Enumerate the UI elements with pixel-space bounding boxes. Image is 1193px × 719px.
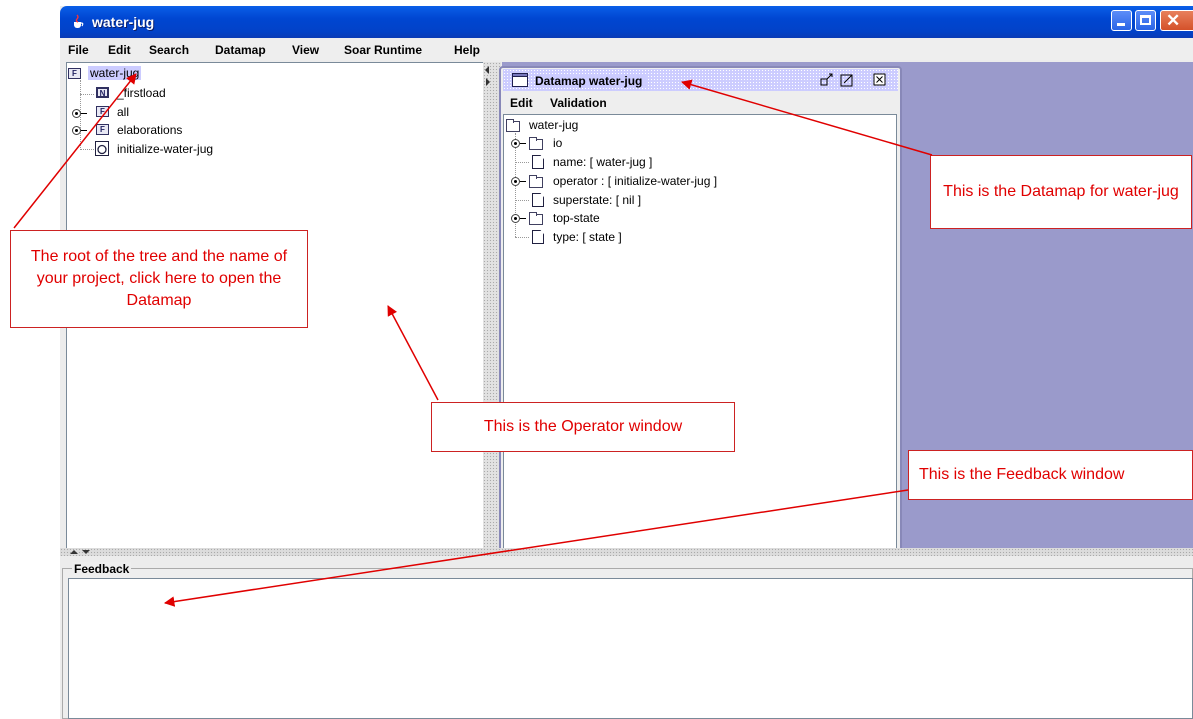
arrow-operator (387, 305, 439, 401)
annotation-arrows (13, 73, 933, 607)
arrow-datamap (680, 79, 933, 156)
arrow-feedback (163, 489, 909, 607)
arrow-root (13, 73, 137, 229)
